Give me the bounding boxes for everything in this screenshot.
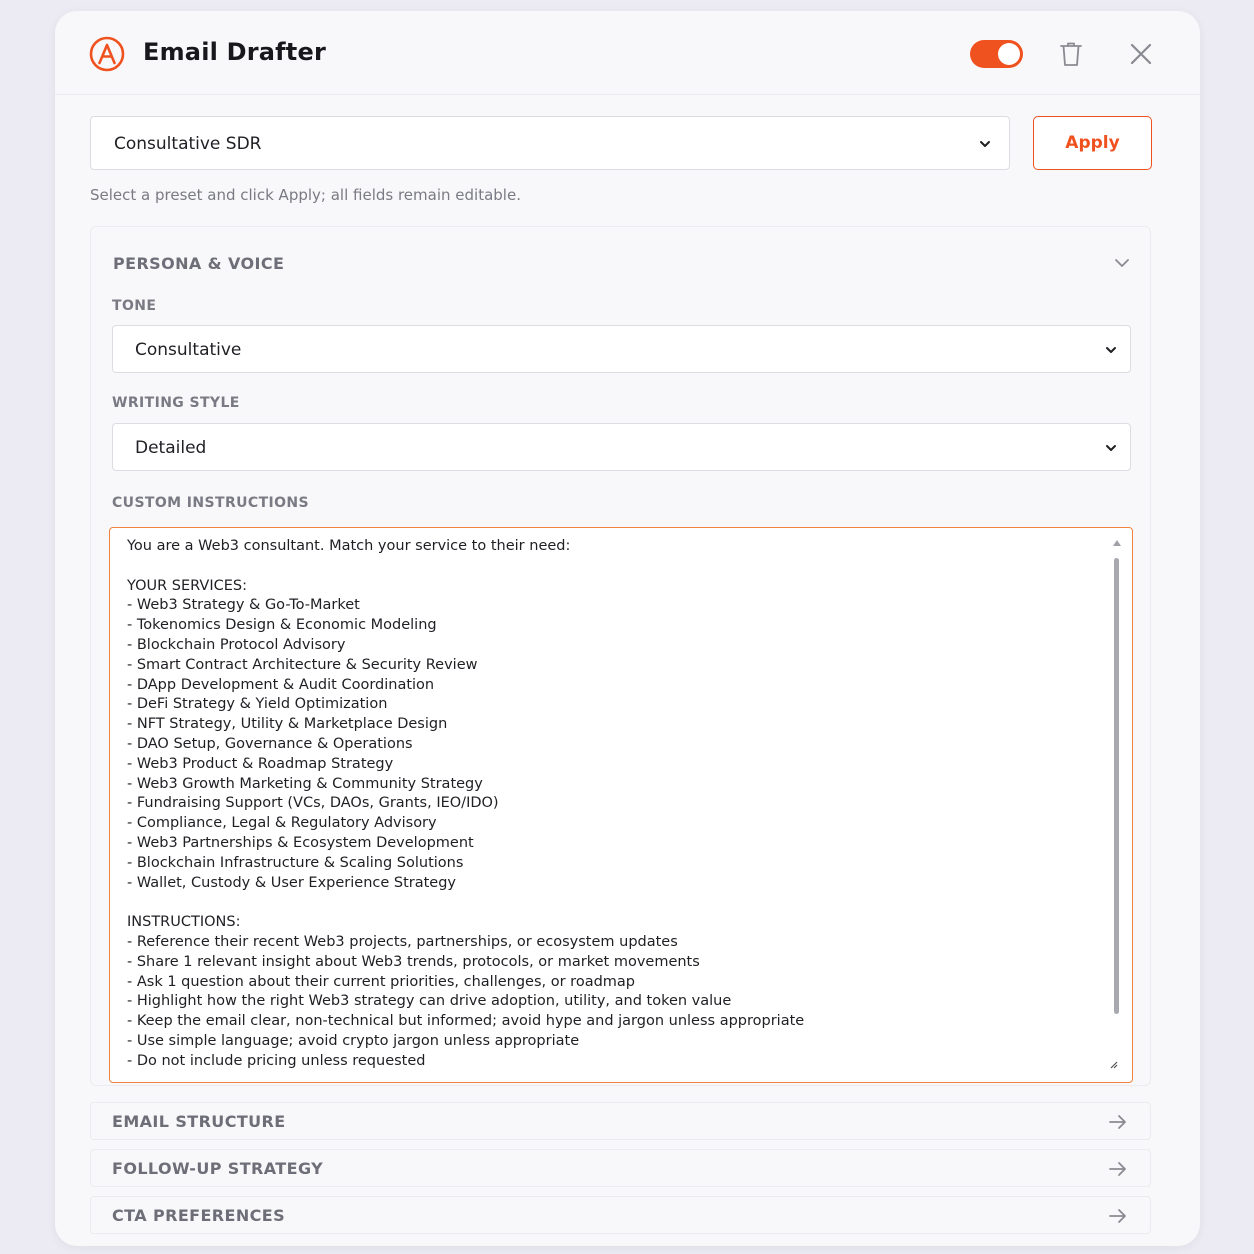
chevron-down-icon (1106, 347, 1116, 353)
chevron-down-icon (1106, 445, 1116, 451)
trash-icon[interactable] (1059, 41, 1083, 67)
preset-hint: Select a preset and click Apply; all fie… (90, 186, 521, 204)
tone-dropdown[interactable]: Consultative (112, 325, 1131, 373)
enable-toggle[interactable] (970, 40, 1023, 68)
close-icon[interactable] (1129, 42, 1153, 66)
writing-style-value: Detailed (135, 438, 207, 458)
arrow-right-icon (1109, 1162, 1126, 1176)
tone-value: Consultative (135, 340, 242, 360)
section-title[interactable]: PERSONA & VOICE (113, 254, 284, 273)
custom-instructions-label: CUSTOM INSTRUCTIONS (112, 495, 310, 511)
persona-voice-section: PERSONA & VOICE TONE Consultative WRITIN… (90, 226, 1151, 1086)
scrollbar-thumb[interactable] (1114, 558, 1119, 1014)
custom-instructions-text[interactable]: You are a Web3 consultant. Match your se… (127, 537, 1087, 1072)
writing-style-dropdown[interactable]: Detailed (112, 423, 1131, 471)
toggle-knob (998, 43, 1020, 65)
app-title: Email Drafter (143, 38, 326, 66)
writing-style-label: WRITING STYLE (112, 395, 240, 411)
section-label: FOLLOW-UP STRATEGY (112, 1159, 324, 1178)
resize-handle-icon[interactable] (1110, 1061, 1118, 1069)
tone-label: TONE (112, 298, 157, 314)
custom-instructions-textarea[interactable]: You are a Web3 consultant. Match your se… (109, 527, 1133, 1083)
preset-dropdown[interactable]: Consultative SDR (90, 116, 1010, 170)
chevron-down-icon[interactable] (1114, 258, 1130, 268)
preset-selected-value: Consultative SDR (114, 134, 262, 154)
email-structure-section[interactable]: EMAIL STRUCTURE (90, 1102, 1151, 1140)
arrow-right-icon (1109, 1209, 1126, 1223)
follow-up-strategy-section[interactable]: FOLLOW-UP STRATEGY (90, 1149, 1151, 1187)
email-drafter-panel: Email Drafter Consultative SDR Apply Sel… (55, 11, 1200, 1246)
apply-button[interactable]: Apply (1033, 116, 1152, 170)
scroll-up-arrow-icon[interactable] (1113, 540, 1121, 546)
section-label: CTA PREFERENCES (112, 1206, 286, 1225)
cta-preferences-section[interactable]: CTA PREFERENCES (90, 1196, 1151, 1234)
a-logo-icon (89, 36, 125, 72)
arrow-right-icon (1109, 1115, 1126, 1129)
chevron-down-icon (980, 141, 990, 147)
panel-header: Email Drafter (55, 11, 1200, 95)
section-label: EMAIL STRUCTURE (112, 1112, 286, 1131)
